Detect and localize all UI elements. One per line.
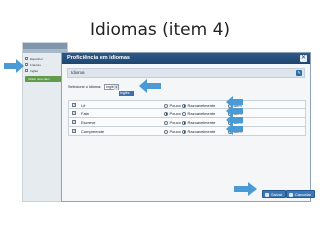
- arrow-left-icon: [139, 79, 161, 93]
- callout-arrows: [4, 59, 257, 196]
- arrow-left-icon: [226, 123, 243, 135]
- arrow-left-icon: [226, 96, 243, 108]
- arrow-right-icon: [4, 59, 24, 73]
- arrow-left-icon: [226, 114, 243, 126]
- arrow-left-icon: [226, 105, 243, 117]
- arrow-right-icon: [234, 182, 257, 196]
